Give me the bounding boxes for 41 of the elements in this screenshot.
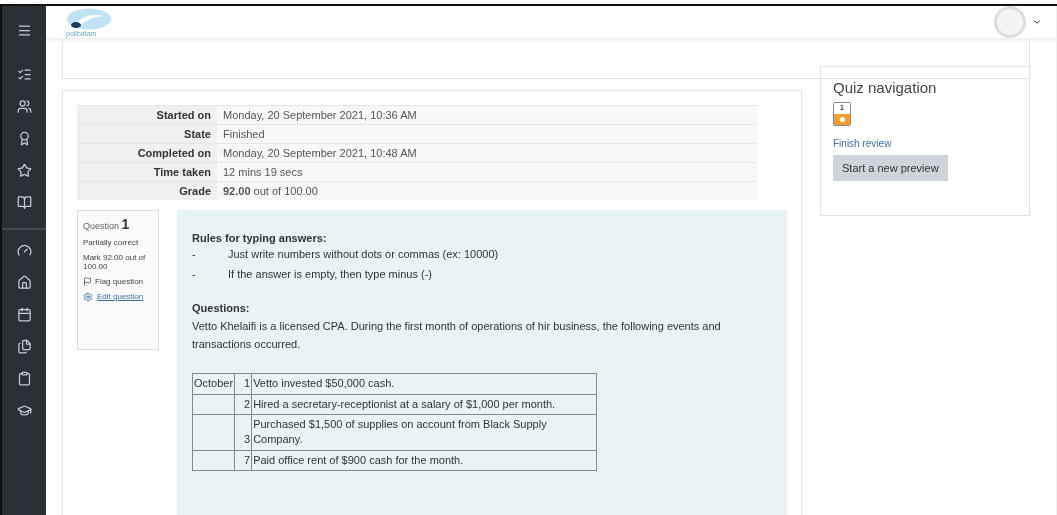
summary-value: Monday, 20 September 2021, 10:48 AM xyxy=(217,143,757,162)
day-cell: 2 xyxy=(234,394,252,415)
panel-title: Quiz navigation xyxy=(833,79,938,96)
flag-question-link[interactable]: Flag question xyxy=(95,277,144,286)
summary-label: Time taken xyxy=(77,162,217,181)
summary-label: Completed on xyxy=(77,143,217,162)
day-cell: 1 xyxy=(234,373,252,395)
flag-icon[interactable] xyxy=(83,277,92,286)
settings-icon[interactable] xyxy=(83,292,93,302)
caret-icon[interactable] xyxy=(1032,17,1042,27)
question-intro: Vetto Khelaifi is a licensed CPA. During the first month of operations of hir business, the following events and transactions occurred. xyxy=(192,319,722,352)
finish-review-link[interactable]: Finish review xyxy=(833,138,1017,149)
month-cell xyxy=(192,450,235,471)
start-preview-button[interactable]: Start a new preview xyxy=(833,155,948,181)
summary-label: State xyxy=(77,124,217,143)
questions-heading: Questions: xyxy=(192,302,251,314)
question-nav-button[interactable]: 1 xyxy=(833,102,851,126)
question-state: Partially correct xyxy=(83,238,140,247)
rule-bullet: - xyxy=(192,248,197,260)
transaction-cell: Purchased $1,500 of supplies on account from Black Supply Company. xyxy=(251,414,597,451)
day-cell: 7 xyxy=(234,450,252,471)
rules-heading: Rules for typing answers: xyxy=(192,232,328,244)
transaction-cell: Paid office rent of $900 cash for the month. xyxy=(251,450,597,471)
day-cell: 3 xyxy=(234,414,252,451)
question-number: Question 1 xyxy=(83,216,131,232)
summary-value: Monday, 20 September 2021, 10:36 AM xyxy=(217,105,757,124)
month-cell xyxy=(192,394,235,415)
summary-value: 12 mins 19 secs xyxy=(217,162,757,181)
transaction-cell: Vetto invested $50,000 cash. xyxy=(251,373,597,395)
summary-value: 92.00 out of 100.00 xyxy=(217,181,757,200)
rule-bullet: - xyxy=(192,268,197,280)
summary-label: Started on xyxy=(77,105,217,124)
rule-text: If the answer is empty, then type minus (-) xyxy=(228,268,432,280)
summary-value: Finished xyxy=(217,124,757,143)
rule-text: Just write numbers without dots or commas (ex: 10000) xyxy=(228,248,499,260)
summary-label: Grade xyxy=(77,181,217,200)
edit-question-link[interactable]: Edit question xyxy=(97,292,144,301)
month-cell: October xyxy=(192,373,235,395)
transaction-cell: Hired a secretary-receptionist at a salary of $1,000 per month. xyxy=(251,394,597,415)
question-mark: Mark 92.00 out of 100.00 xyxy=(83,253,147,271)
month-cell xyxy=(192,414,235,451)
